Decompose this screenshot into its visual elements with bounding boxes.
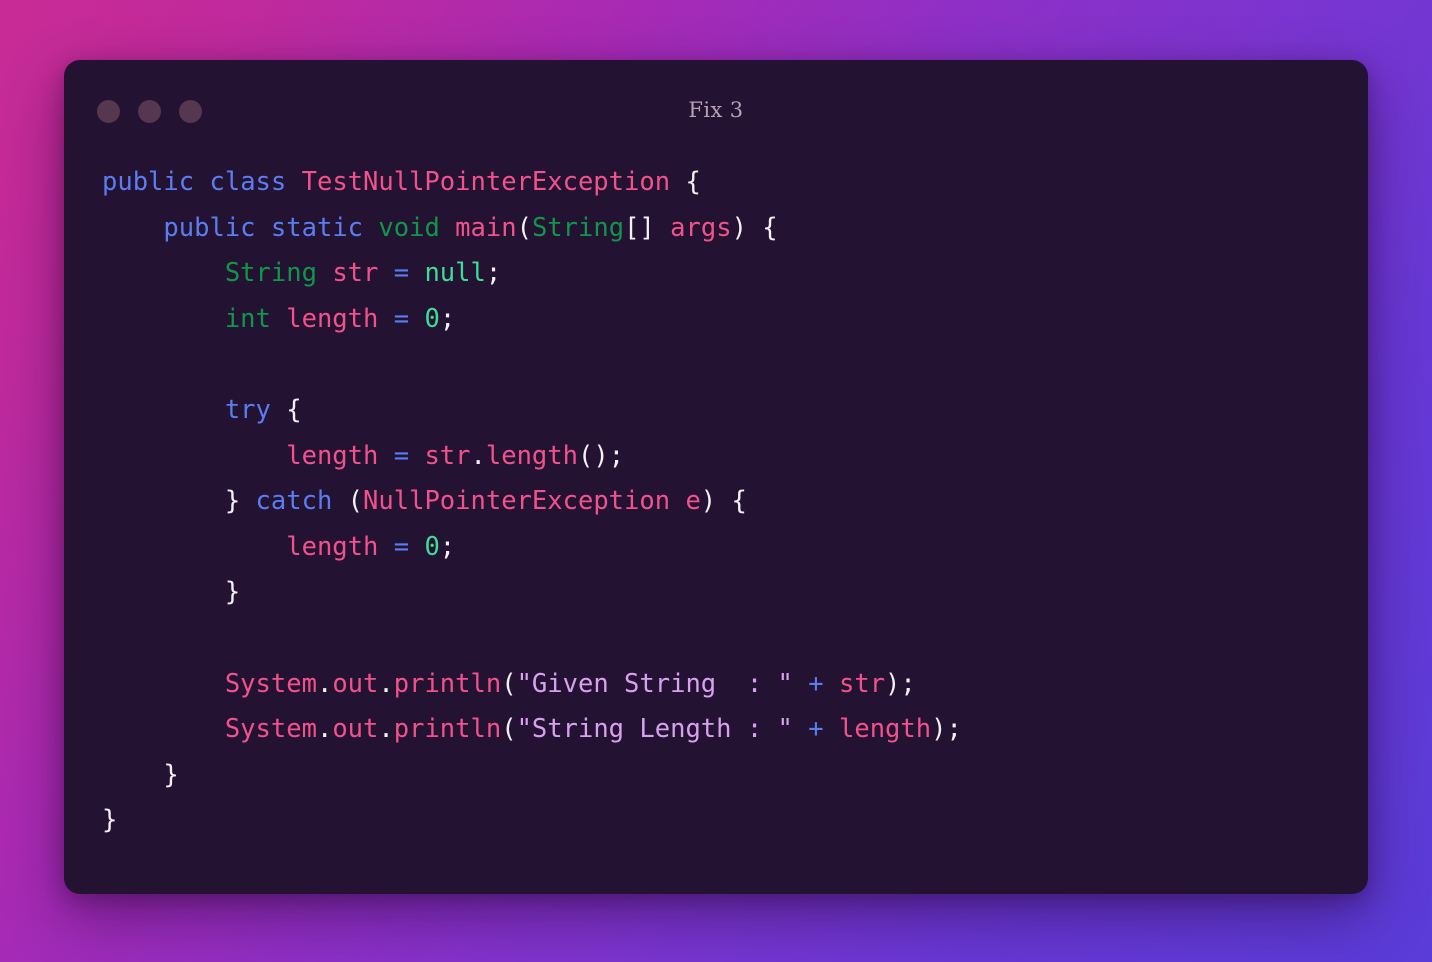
code-line-4: int length = 0; (102, 297, 1332, 343)
token-open-brace: { (762, 212, 778, 243)
token-keyword-catch: catch (255, 486, 333, 517)
token-var-str: str (838, 668, 886, 699)
token-parens: () (577, 440, 609, 471)
token-type-string: String (531, 212, 625, 243)
token-open-paren: ( (516, 212, 532, 243)
code-line-7: length = str.length(); (102, 434, 1332, 480)
token-array-brackets: [] (624, 212, 655, 243)
token-operator-plus: + (808, 714, 824, 745)
code-line-15: } (102, 798, 1332, 844)
token-var-length: length (286, 440, 379, 471)
token-system: System (224, 668, 317, 699)
code-line-2: public static void main(String[] args) { (102, 206, 1332, 252)
token-param-args: args (670, 212, 732, 243)
code-line-6: try { (102, 388, 1332, 434)
token-dot: . (470, 440, 486, 471)
token-semicolon: ; (946, 714, 962, 745)
token-keyword-static: static (270, 212, 364, 243)
token-close-brace: } (224, 486, 241, 517)
code-line-5-blank (102, 342, 1332, 388)
token-literal-zero: 0 (424, 303, 440, 334)
token-close-paren: ) (700, 486, 717, 517)
token-operator-assign: = (393, 531, 410, 562)
code-line-14: } (102, 753, 1332, 799)
token-open-paren: ( (501, 668, 517, 699)
token-open-brace: { (731, 486, 747, 517)
token-semicolon: ; (439, 303, 456, 334)
code-block: public class TestNullPointerException { … (102, 160, 1332, 844)
code-area: public class TestNullPointerException { … (64, 132, 1368, 844)
token-println: println (393, 714, 502, 745)
token-dot: . (378, 714, 394, 745)
token-close-brace: } (102, 805, 118, 836)
window-titlebar: Fix 3 (64, 60, 1368, 132)
token-keyword-try: try (224, 394, 271, 425)
token-method-main: main (455, 212, 517, 243)
token-semicolon: ; (439, 531, 456, 562)
token-semicolon: ; (608, 440, 625, 471)
token-close-paren: ) (885, 668, 901, 699)
token-type-void: void (378, 212, 440, 243)
token-var-str: str (424, 440, 471, 471)
code-line-12: System.out.println("Given String : " + s… (102, 662, 1332, 708)
token-exception-var: e (685, 486, 701, 517)
token-method-length: length (485, 440, 578, 471)
token-var-length: length (838, 714, 932, 745)
token-keyword-public: public (102, 167, 195, 197)
token-open-paren: ( (501, 714, 517, 745)
code-line-11-blank (102, 616, 1332, 662)
token-open-paren: ( (347, 486, 364, 517)
token-dot: . (316, 714, 333, 745)
code-window: Fix 3 public class TestNullPointerExcept… (64, 60, 1368, 894)
code-line-9: length = 0; (102, 525, 1332, 571)
token-out: out (332, 668, 379, 699)
token-semicolon: ; (485, 258, 502, 289)
token-close-paren: ) (931, 714, 947, 745)
token-println: println (393, 668, 502, 699)
token-close-brace: } (163, 759, 179, 790)
window-title: Fix 3 (688, 98, 744, 122)
token-out: out (332, 714, 379, 745)
token-var-str: str (332, 258, 379, 289)
code-line-8: } catch (NullPointerException e) { (102, 479, 1332, 525)
token-operator-assign: = (393, 303, 410, 334)
token-var-length: length (286, 531, 379, 562)
token-dot: . (378, 668, 394, 699)
code-line-13: System.out.println("String Length : " + … (102, 707, 1332, 753)
token-open-brace: { (286, 394, 302, 425)
token-class-name: TestNullPointerException (301, 167, 671, 197)
token-literal-null: null (424, 258, 486, 289)
token-open-brace: { (685, 167, 701, 197)
token-exception-type: NullPointerException (363, 486, 671, 517)
token-string-literal: "Given String : " (516, 668, 793, 699)
token-operator-plus: + (808, 668, 824, 699)
token-semicolon: ; (900, 668, 916, 699)
token-type-int: int (224, 303, 271, 334)
token-close-paren: ) (731, 212, 747, 243)
token-close-brace: } (224, 577, 241, 608)
token-literal-zero: 0 (424, 531, 440, 562)
code-line-10: } (102, 570, 1332, 616)
token-system: System (224, 714, 317, 745)
token-operator-assign: = (393, 258, 410, 289)
token-string-literal: "String Length : " (516, 714, 793, 745)
token-operator-assign: = (393, 440, 410, 471)
token-dot: . (316, 668, 333, 699)
code-line-3: String str = null; (102, 251, 1332, 297)
token-keyword-public: public (163, 212, 256, 243)
token-var-length: length (286, 303, 379, 334)
code-line-1: public class TestNullPointerException { (102, 160, 1332, 206)
token-keyword-class: class (209, 167, 287, 197)
token-type-string: String (224, 258, 317, 289)
